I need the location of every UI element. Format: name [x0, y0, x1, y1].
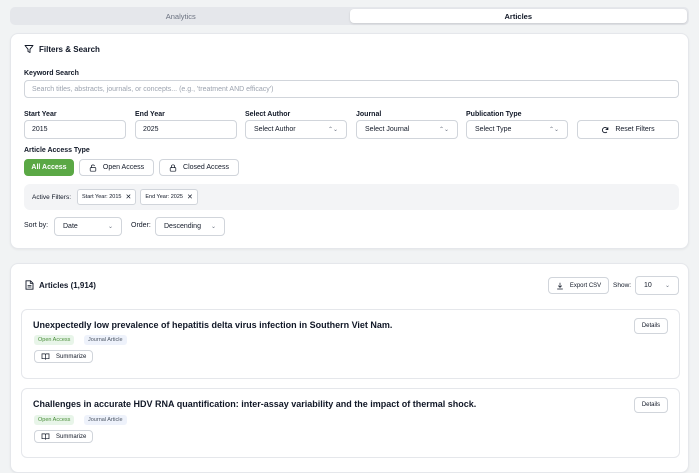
sort-label: Sort by:	[24, 222, 49, 229]
access-badge: Open Access	[34, 415, 75, 425]
author-select-value: Select Author	[254, 126, 296, 133]
chevron-down-icon: ⌄	[107, 224, 113, 230]
page-size-value: 10	[644, 282, 652, 289]
keyword-search-input[interactable]: Search titles, abstracts, journals, or c…	[24, 80, 679, 98]
reset-filters-button[interactable]: Reset Filters	[577, 120, 679, 139]
order-select[interactable]: Descending ⌄	[155, 217, 225, 236]
sort-select[interactable]: Date ⌄	[54, 217, 122, 236]
access-type-label: Article Access Type	[24, 147, 90, 154]
articles-header: Articles (1,914)	[25, 280, 96, 290]
active-filter-chip: End Year: 2025 ✕	[140, 189, 198, 205]
author-select[interactable]: Select Author ⌃⌄	[245, 120, 347, 139]
all-access-button[interactable]: All Access	[24, 159, 74, 176]
article-card: Unexpectedly low prevalence of hepatitis…	[21, 309, 680, 379]
journal-select[interactable]: Select Journal ⌃⌄	[356, 120, 458, 139]
journal-label: Journal	[356, 111, 382, 118]
chip-label: End Year: 2025	[145, 194, 183, 200]
start-year-input[interactable]: 2015	[24, 120, 126, 139]
pubtype-select-value: Select Type	[475, 126, 512, 133]
tab-analytics[interactable]: Analytics	[12, 9, 350, 23]
start-year-label: Start Year	[24, 111, 57, 118]
article-title[interactable]: Challenges in accurate HDV RNA quantific…	[33, 399, 476, 409]
refresh-icon	[601, 126, 609, 134]
download-icon	[556, 282, 564, 290]
sort-select-value: Date	[63, 223, 78, 230]
order-label: Order:	[131, 222, 151, 229]
summarize-label: Summarize	[56, 353, 87, 360]
book-open-icon	[41, 353, 50, 360]
keyword-label: Keyword Search	[24, 70, 79, 77]
page-size-select[interactable]: 10 ⌄	[635, 276, 679, 295]
active-filters-bar: Active Filters: Start Year: 2015 ✕ End Y…	[24, 184, 679, 210]
view-tabs: Analytics Articles	[10, 7, 689, 25]
journal-select-value: Select Journal	[365, 126, 410, 133]
pubtype-select[interactable]: Select Type ⌃⌄	[466, 120, 568, 139]
export-csv-label: Export CSV	[569, 282, 602, 289]
open-access-button[interactable]: Open Access	[79, 159, 154, 176]
chevron-down-icon: ⌄	[664, 283, 670, 289]
summarize-button[interactable]: Summarize	[34, 350, 94, 363]
show-label: Show:	[613, 282, 632, 289]
article-card: Challenges in accurate HDV RNA quantific…	[21, 388, 680, 458]
unlock-icon	[89, 164, 97, 172]
pubtype-label: Publication Type	[466, 111, 522, 118]
author-label: Select Author	[245, 111, 291, 118]
close-icon[interactable]: ✕	[187, 193, 193, 201]
end-year-label: End Year	[135, 111, 165, 118]
export-csv-button[interactable]: Export CSV	[548, 277, 609, 294]
close-icon[interactable]: ✕	[125, 193, 131, 201]
book-open-icon	[41, 433, 50, 440]
active-filters-label: Active Filters:	[32, 193, 72, 201]
closed-access-label: Closed Access	[183, 164, 229, 171]
articles-panel: Articles (1,914) Export CSV Show: 10 ⌄ U…	[10, 263, 689, 473]
closed-access-button[interactable]: Closed Access	[159, 159, 239, 176]
summarize-label: Summarize	[56, 433, 87, 440]
filters-title: Filters & Search	[39, 44, 100, 54]
tab-articles[interactable]: Articles	[349, 9, 687, 23]
summarize-button[interactable]: Summarize	[34, 430, 94, 443]
chevron-up-down-icon: ⌃⌄	[327, 127, 338, 133]
lock-icon	[169, 164, 177, 172]
reset-filters-label: Reset Filters	[615, 126, 655, 133]
article-title[interactable]: Unexpectedly low prevalence of hepatitis…	[33, 320, 392, 330]
order-select-value: Descending	[164, 223, 201, 230]
end-year-input[interactable]: 2025	[135, 120, 237, 139]
type-badge: Journal Article	[84, 335, 127, 345]
type-badge: Journal Article	[84, 415, 127, 425]
chevron-down-icon: ⌄	[210, 224, 216, 230]
chevron-up-down-icon: ⌃⌄	[438, 127, 449, 133]
filters-header: Filters & Search	[24, 44, 100, 54]
filters-panel: Filters & Search Keyword Search Search t…	[10, 33, 689, 249]
access-badge: Open Access	[34, 335, 75, 345]
filter-icon	[24, 44, 34, 54]
articles-title: Articles (1,914)	[39, 280, 96, 290]
details-button[interactable]: Details	[634, 397, 668, 413]
active-filter-chip: Start Year: 2015 ✕	[77, 189, 137, 205]
document-icon	[25, 280, 34, 290]
all-access-label: All Access	[31, 164, 67, 171]
chevron-up-down-icon: ⌃⌄	[548, 127, 559, 133]
chip-label: Start Year: 2015	[82, 194, 122, 200]
open-access-label: Open Access	[102, 164, 145, 171]
details-button[interactable]: Details	[634, 318, 668, 334]
